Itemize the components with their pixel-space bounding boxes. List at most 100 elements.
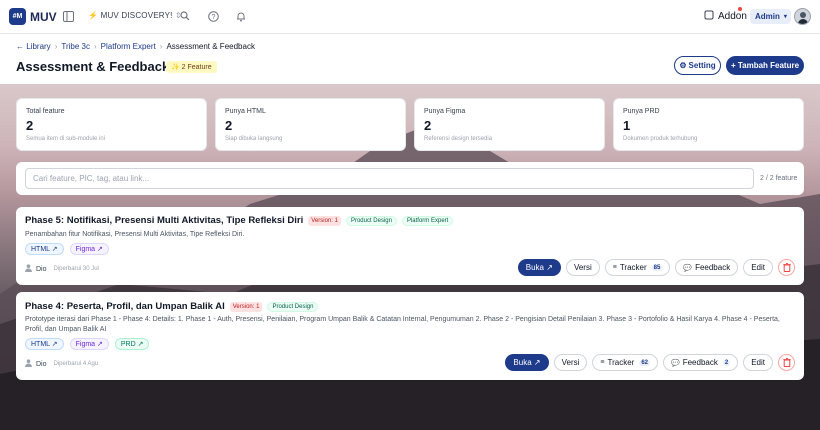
trash-icon[interactable] [778,354,795,371]
stat-description: Referensi design tersedia [424,136,493,142]
sidebar-toggle-icon[interactable] [61,9,75,23]
tag-badge: Product Design [345,215,397,226]
addon-button[interactable]: Addon [704,7,747,23]
page-header: ← Library › Tribe 3c › Platform Expert ›… [0,34,820,84]
edit-button[interactable]: Edit [743,259,773,276]
stat-label: Total feature [26,108,65,115]
open-button[interactable]: Buka ↗ [505,354,549,371]
tracker-count: 85 [651,264,663,271]
search-icon[interactable] [178,9,192,23]
chat-icon: 💬 [683,264,693,272]
author-name: Dio [36,360,47,368]
stat-label: Punya Figma [424,108,466,115]
notification-dot [738,7,742,11]
versions-button[interactable]: Versi [565,259,600,276]
role-selector[interactable]: Admin ▾ [750,9,791,24]
project-name: ⚡ MUV DISCOVERY! [88,11,173,20]
stat-value: 1 [623,118,631,133]
tracker-icon: ≡ [612,264,617,271]
version-badge: Version: 1 [229,301,263,312]
tracker-button[interactable]: ≡ Tracker 62 [592,354,658,371]
feature-card: Phase 5: Notifikasi, Presensi Multi Akti… [16,207,804,285]
role-label: Admin [755,12,780,21]
stat-value: 2 [26,118,34,133]
feedback-label: Feedback [695,263,731,272]
user-icon [25,359,32,369]
breadcrumb-tribe[interactable]: Tribe 3c [61,42,90,51]
logo-text[interactable]: MUV [30,10,57,24]
stat-description: Semua item di sub-module ini [26,136,106,142]
tag-badge: Product Design [267,301,319,312]
user-avatar[interactable] [794,8,811,25]
stat-card-prd: Punya PRD 1 Dokumen produk terhubung [613,98,804,151]
prd-link-chip[interactable]: PRD ↗ [114,338,150,350]
breadcrumb-library[interactable]: ← Library [16,42,51,51]
stat-value: 2 [424,118,432,133]
feature-description: Prototype iterasi dari Phase 1 - Phase 4… [25,316,780,333]
feature-card: Phase 4: Peserta, Profil, dan Umpan Bali… [16,292,804,380]
figma-link-chip[interactable]: Figma ↗ [69,243,109,255]
feature-actions: Buka ↗ Versi ≡ Tracker 62 💬 Feedback 2 E… [505,354,795,371]
add-feature-button[interactable]: + Tambah Feature [726,56,804,75]
feature-meta: Dio Diperbarui 4 Agu [25,359,98,369]
version-badge: Version: 1 [308,215,341,226]
trash-icon[interactable] [778,259,795,276]
stat-card-figma: Punya Figma 2 Referensi design tersedia [414,98,605,151]
setting-label: Setting [688,61,716,70]
feedback-label: Feedback [682,358,718,367]
setting-button[interactable]: ⚙ Setting [674,56,721,75]
edit-button[interactable]: Edit [743,354,773,371]
feature-actions: Buka ↗ Versi ≡ Tracker 85 💬 Feedback Edi… [517,259,795,276]
feedback-button[interactable]: 💬 Feedback [675,259,739,276]
stat-description: Dokumen produk terhubung [623,136,698,142]
html-link-chip[interactable]: HTML ↗ [25,243,64,255]
link-chips: HTML ↗ Figma ↗ [25,243,109,255]
tracker-label: Tracker [607,358,635,367]
chat-icon: 💬 [671,359,680,367]
versions-button[interactable]: Versi [553,354,588,371]
open-button[interactable]: Buka ↗ [517,259,561,276]
feature-title[interactable]: Phase 4: Peserta, Profil, dan Umpan Bali… [25,301,225,312]
feedback-button[interactable]: 💬 Feedback 2 [663,354,739,371]
breadcrumb-platform-expert[interactable]: Platform Expert [101,42,156,51]
search-panel: 2 / 2 feature [16,162,804,195]
svg-text:?: ? [211,14,215,21]
project-switcher[interactable]: ⚡ MUV DISCOVERY! ⇕ [88,11,182,20]
updated-date: Diperbarui 30 Jul [53,266,99,272]
tracker-icon: ≡ [600,359,605,366]
stat-value: 2 [225,118,233,133]
feature-title-row: Phase 4: Peserta, Profil, dan Umpan Bali… [25,301,319,312]
bell-icon[interactable] [234,9,248,23]
stat-card-html: Punya HTML 2 Siap dibuka langsung [215,98,406,151]
addon-icon [704,10,714,23]
gear-icon: ⚙ [679,61,687,70]
user-icon [25,264,32,274]
feedback-count: 2 [722,359,731,366]
feature-title[interactable]: Phase 5: Notifikasi, Presensi Multi Akti… [25,215,303,226]
tracker-count: 62 [639,359,650,366]
page-title: Assessment & Feedback [16,59,170,74]
breadcrumb-separator-icon: › [93,42,97,51]
link-chips: HTML ↗ Figma ↗ PRD ↗ [25,338,150,350]
feature-description: Penambahan fitur Notifikasi, Presensi Mu… [25,231,245,238]
breadcrumb-separator-icon: › [54,42,58,51]
feature-meta: Dio Diperbarui 30 Jul [25,264,99,274]
feature-count-badge: ✨ 2 Feature [166,61,217,73]
author-name: Dio [36,265,47,273]
html-link-chip[interactable]: HTML ↗ [25,338,64,350]
logo-mark[interactable]: #M [9,8,26,25]
stat-label: Punya PRD [623,108,660,115]
chevron-down-icon: ▾ [783,14,787,20]
stat-card-total: Total feature 2 Semua item di sub-module… [16,98,207,151]
stat-label: Punya HTML [225,108,266,115]
addon-label: Addon [718,11,747,22]
breadcrumb-current: Assessment & Feedback [166,42,255,51]
figma-link-chip[interactable]: Figma ↗ [69,338,109,350]
help-icon[interactable]: ? [206,9,220,23]
search-input[interactable] [25,168,754,189]
tag-badge: Platform Expert [401,215,454,226]
stat-description: Siap dibuka langsung [225,136,283,142]
tracker-label: Tracker [619,263,647,272]
result-count: 2 / 2 feature [760,175,798,182]
tracker-button[interactable]: ≡ Tracker 85 [604,259,671,276]
